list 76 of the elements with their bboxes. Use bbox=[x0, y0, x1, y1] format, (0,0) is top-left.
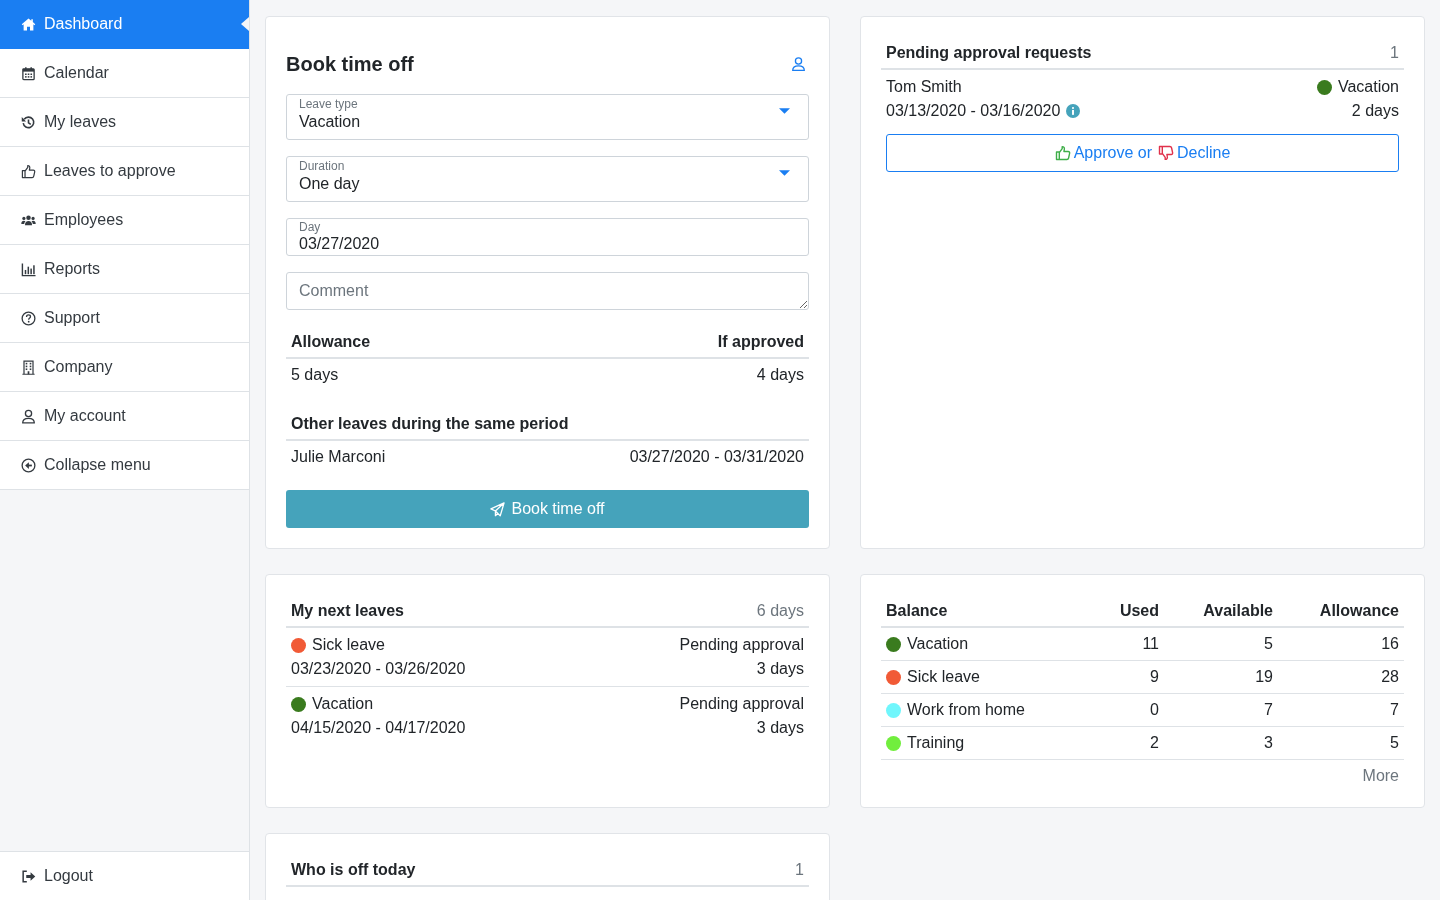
calendar-icon bbox=[21, 65, 36, 81]
thumbs-up-icon bbox=[1054, 145, 1071, 161]
field-label: Leave type bbox=[299, 97, 358, 111]
leave-duration: 3 days bbox=[756, 718, 804, 738]
table-cell-text: 5 days bbox=[291, 365, 339, 385]
leave-period: 04/15/2020 - 04/17/2020 bbox=[291, 718, 466, 738]
field-label: Day bbox=[299, 220, 321, 234]
comment-field[interactable]: Comment bbox=[286, 272, 809, 310]
caret-icon bbox=[779, 108, 790, 114]
leave-type: Sick leave bbox=[312, 635, 385, 655]
count-label: 1 bbox=[1390, 43, 1399, 63]
user-icon bbox=[21, 408, 36, 424]
table-cell-text: 5 bbox=[1389, 733, 1400, 753]
select-field[interactable]: Duration One day bbox=[286, 156, 809, 202]
field-label: Duration bbox=[299, 159, 345, 173]
column-header: Allowance bbox=[1318, 601, 1400, 621]
leave-period: 03/13/2020 - 03/16/2020 bbox=[886, 101, 1061, 121]
leave-type: Vacation bbox=[312, 694, 374, 714]
logout-link[interactable]: Logout bbox=[0, 851, 249, 900]
user-icon[interactable] bbox=[791, 56, 806, 72]
column-header: Used bbox=[1118, 601, 1160, 621]
section-title: Other leaves during the same period bbox=[291, 414, 569, 434]
card-title: My next leaves bbox=[291, 601, 404, 621]
thumbs-up-icon bbox=[21, 163, 36, 179]
thumbs-down-icon bbox=[1157, 145, 1174, 161]
select-field[interactable]: Leave type Vacation bbox=[286, 94, 809, 140]
people-icon bbox=[21, 212, 36, 228]
clock-arrow-icon bbox=[21, 114, 36, 130]
date-field[interactable]: Day 03/27/2020 bbox=[286, 218, 809, 256]
more-link[interactable]: More bbox=[1362, 765, 1399, 787]
leave-duration: 2 days bbox=[1351, 101, 1399, 121]
info-icon[interactable] bbox=[1066, 104, 1081, 118]
table-cell-text: 5 bbox=[1263, 634, 1274, 654]
leave-type: Sick leave bbox=[907, 667, 980, 687]
building-icon bbox=[21, 359, 36, 375]
leave-status: Pending approval bbox=[679, 694, 804, 714]
leave-status: Pending approval bbox=[679, 635, 804, 655]
card-title: Who is off today bbox=[291, 860, 416, 880]
table-cell-text: 16 bbox=[1380, 634, 1400, 654]
leave-type: Training bbox=[907, 733, 965, 753]
leave-type: Vacation bbox=[907, 634, 969, 654]
table-cell-text: 0 bbox=[1149, 700, 1160, 720]
leave-type: Work from home bbox=[907, 700, 1025, 720]
column-header: Allowance bbox=[291, 332, 371, 352]
active-pointer-icon bbox=[241, 17, 249, 31]
column-header: Balance bbox=[885, 601, 949, 621]
table-cell-text: 7 bbox=[1263, 700, 1274, 720]
paper-plane-icon bbox=[490, 501, 506, 517]
column-header: If approved bbox=[717, 332, 804, 352]
card-title: Book time off bbox=[286, 52, 414, 77]
card-title: Pending approval requests bbox=[886, 43, 1092, 63]
employee-name: Julie Marconi bbox=[291, 447, 386, 467]
caret-icon bbox=[779, 170, 790, 176]
leave-period: 03/23/2020 - 03/26/2020 bbox=[291, 659, 466, 679]
leave-period: 03/27/2020 - 03/31/2020 bbox=[629, 447, 804, 467]
table-cell-text: 4 days bbox=[756, 365, 804, 385]
bar-chart-icon bbox=[21, 261, 36, 277]
table-cell-text: 19 bbox=[1254, 667, 1274, 687]
sign-out-icon bbox=[21, 868, 36, 884]
total-days: 6 days bbox=[756, 600, 804, 622]
count-label: 1 bbox=[795, 860, 804, 880]
sidebar-item[interactable]: Dashboard bbox=[0, 0, 249, 49]
table-cell-text: 11 bbox=[1141, 634, 1160, 654]
leave-duration: 3 days bbox=[756, 659, 804, 679]
approve-decline-button[interactable]: Approve or Decline bbox=[886, 134, 1399, 172]
table-cell-text: 7 bbox=[1389, 700, 1400, 720]
column-header: Available bbox=[1202, 601, 1274, 621]
arrow-left-circle-icon bbox=[21, 457, 36, 473]
employee-name: Tom Smith bbox=[886, 77, 962, 97]
table-cell-text: 9 bbox=[1149, 667, 1160, 687]
leave-type: Vacation bbox=[1337, 77, 1399, 97]
table-cell-text: 28 bbox=[1380, 667, 1400, 687]
home-icon bbox=[21, 16, 36, 32]
question-icon bbox=[21, 310, 36, 326]
table-cell-text: 3 bbox=[1263, 733, 1274, 753]
table-cell-text: 2 bbox=[1149, 733, 1160, 753]
